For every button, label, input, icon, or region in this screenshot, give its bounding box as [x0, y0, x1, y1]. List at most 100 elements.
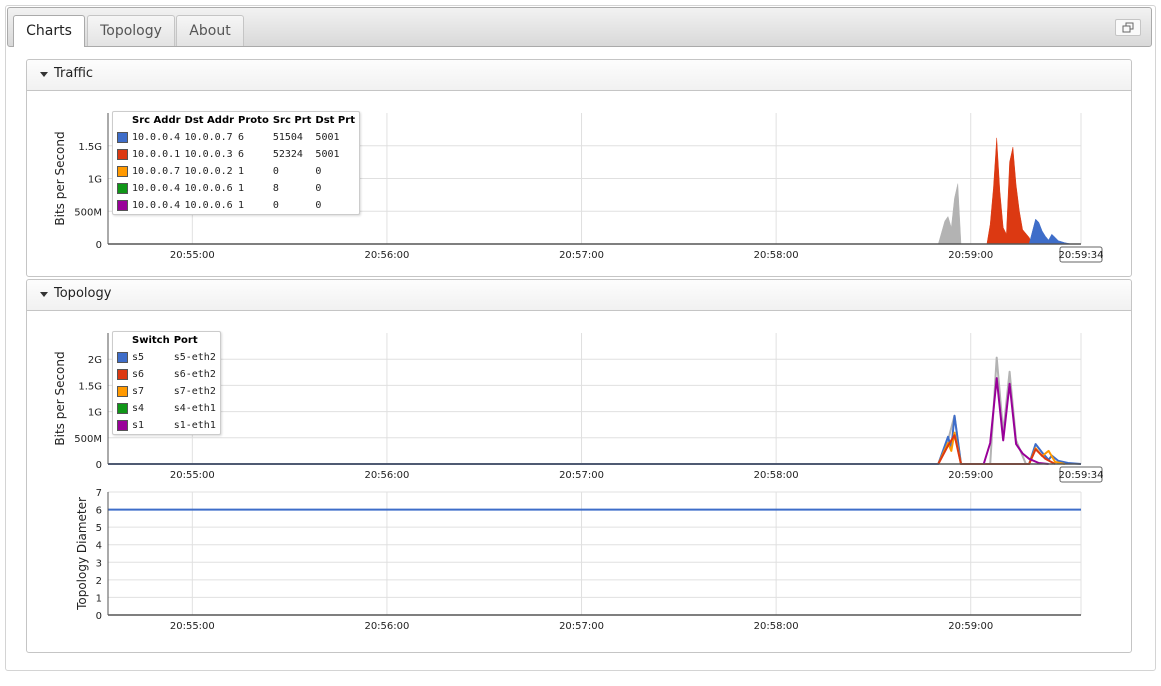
topology-diameter-chart: 0 1 2 3 4 5 6 7 20:55:00 20:56:00 20:57:00 20:58:00… [75, 488, 1082, 632]
y-axis-label: Bits per Second [53, 351, 67, 445]
x-tick-label: 20:55:00 [170, 250, 215, 261]
series-line [108, 414, 1082, 465]
legend-cell: s1-eth1 [173, 420, 216, 431]
legend-cell: 51504 [272, 132, 303, 143]
tab-topology[interactable]: Topology [87, 15, 175, 46]
tab-charts[interactable]: Charts [13, 15, 85, 47]
legend-row[interactable]: s4 s4-eth1 [113, 400, 220, 417]
y-tick-label: 1G [88, 175, 102, 186]
legend-color-swatch [117, 199, 128, 211]
y-tick-label: 500M [74, 207, 102, 218]
legend-column-header: Dst Addr [184, 115, 235, 126]
y-tick-label: 0 [96, 611, 102, 622]
topology-legend: Switch Port s5 s5-eth2 s6 s6-eth2 s7 s7-eth2 s4… [112, 331, 221, 435]
y-tick-label: 2G [88, 355, 102, 366]
legend-cell: 8 [272, 183, 279, 194]
x-end-label: 20:59:34 [1059, 470, 1104, 481]
legend-row[interactable]: s5 s5-eth2 [113, 349, 220, 366]
legend-swatch-header [113, 112, 132, 129]
x-tick-label: 20:55:00 [170, 621, 215, 632]
y-tick-label: 4 [96, 541, 102, 552]
legend-cell: s1 [132, 420, 145, 431]
app-container: Charts Topology About Traffic 0 500M 1G 1.5… [5, 5, 1156, 671]
restore-window-button[interactable] [1115, 19, 1141, 36]
legend-cell: 1 [238, 166, 245, 177]
legend-cell: 0 [315, 200, 322, 211]
legend-column-header: Dst Prt [315, 115, 355, 126]
traffic-panel-title: Traffic [54, 66, 94, 81]
legend-cell: 10.0.0.7 [132, 166, 181, 177]
traffic-legend: Src Addr Dst Addr Proto Src Prt Dst Prt 10.0… [112, 111, 360, 215]
collapse-caret-icon [40, 292, 48, 297]
legend-color-swatch [117, 402, 128, 414]
legend-color-swatch [117, 165, 128, 177]
legend-row[interactable]: s1 s1-eth1 [113, 417, 220, 434]
legend-row[interactable]: 10.0.0.7 10.0.0.2 1 0 0 [113, 163, 359, 180]
x-tick-label: 20:57:00 [559, 621, 604, 632]
legend-color-swatch [117, 351, 128, 363]
x-end-label: 20:59:34 [1059, 250, 1104, 261]
legend-row[interactable]: 10.0.0.1 10.0.0.3 6 52324 5001 [113, 146, 359, 163]
legend-color-swatch [117, 419, 128, 431]
legend-cell: 5001 [315, 149, 340, 160]
y-tick-label: 5 [96, 523, 102, 534]
legend-swatch-header [113, 332, 132, 349]
legend-column-header: Switch [132, 335, 170, 346]
legend-column-header: Proto [238, 115, 269, 126]
legend-cell: 1 [238, 200, 245, 211]
legend-cell: 10.0.0.3 [184, 149, 233, 160]
legend-cell: 0 [315, 183, 322, 194]
legend-cell: 10.0.0.4 [132, 183, 181, 194]
series-area [938, 183, 962, 245]
x-tick-label: 20:55:00 [170, 470, 215, 481]
legend-cell: 52324 [272, 149, 303, 160]
legend-row[interactable]: s7 s7-eth2 [113, 383, 220, 400]
legend-column-header: Src Addr [132, 115, 181, 126]
legend-cell: 0 [315, 166, 322, 177]
legend-color-swatch [117, 182, 128, 194]
y-tick-label: 2 [96, 576, 102, 587]
legend-cell: 5001 [315, 132, 340, 143]
series-area [986, 137, 1033, 245]
legend-cell: 6 [238, 132, 245, 143]
legend-cell: 10.0.0.7 [184, 132, 233, 143]
legend-color-swatch [117, 385, 128, 397]
legend-cell: s4 [132, 403, 145, 414]
collapse-caret-icon [40, 72, 48, 77]
tab-about[interactable]: About [176, 15, 244, 46]
x-tick-label: 20:59:00 [948, 470, 993, 481]
legend-cell: 10.0.0.2 [184, 166, 233, 177]
legend-row[interactable]: 10.0.0.4 10.0.0.6 1 8 0 [113, 180, 359, 197]
legend-row[interactable]: 10.0.0.4 10.0.0.7 6 51504 5001 [113, 129, 359, 146]
legend-color-swatch [117, 368, 128, 380]
legend-row[interactable]: 10.0.0.4 10.0.0.6 1 0 0 [113, 197, 359, 214]
legend-color-swatch [117, 148, 128, 160]
series-area [1028, 218, 1072, 245]
legend-column-header: Src Prt [272, 115, 312, 126]
legend-cell: 10.0.0.4 [132, 200, 181, 211]
x-tick-label: 20:58:00 [754, 621, 799, 632]
legend-cell: s6 [132, 369, 145, 380]
x-tick-label: 20:56:00 [364, 621, 409, 632]
y-tick-label: 6 [96, 506, 102, 517]
legend-cell: 10.0.0.6 [184, 200, 233, 211]
legend-cell: s7 [132, 386, 145, 397]
y-tick-label: 7 [96, 488, 102, 499]
legend-cell: 10.0.0.6 [184, 183, 233, 194]
traffic-panel: Traffic 0 500M 1G 1.5G 20:55:00 20:56:00 20:57… [26, 59, 1132, 277]
y-tick-label: 0 [96, 460, 102, 471]
restore-window-icon [1122, 22, 1134, 33]
x-tick-label: 20:59:00 [948, 250, 993, 261]
topology-panel: Topology 0 500M 1G 1.5G 2G 20:55:00 20:56:00 20… [26, 279, 1132, 653]
x-tick-label: 20:56:00 [364, 250, 409, 261]
y-tick-label: 1.5G [78, 142, 102, 153]
legend-cell: 0 [272, 166, 279, 177]
topology-panel-title: Topology [54, 286, 112, 301]
topology-panel-header[interactable]: Topology [27, 280, 1131, 311]
legend-cell: 1 [238, 183, 245, 194]
x-tick-label: 20:56:00 [364, 470, 409, 481]
legend-row[interactable]: s6 s6-eth2 [113, 366, 220, 383]
legend-cell: s7-eth2 [173, 386, 216, 397]
legend-cell: 10.0.0.1 [132, 149, 181, 160]
traffic-panel-header[interactable]: Traffic [27, 60, 1131, 91]
